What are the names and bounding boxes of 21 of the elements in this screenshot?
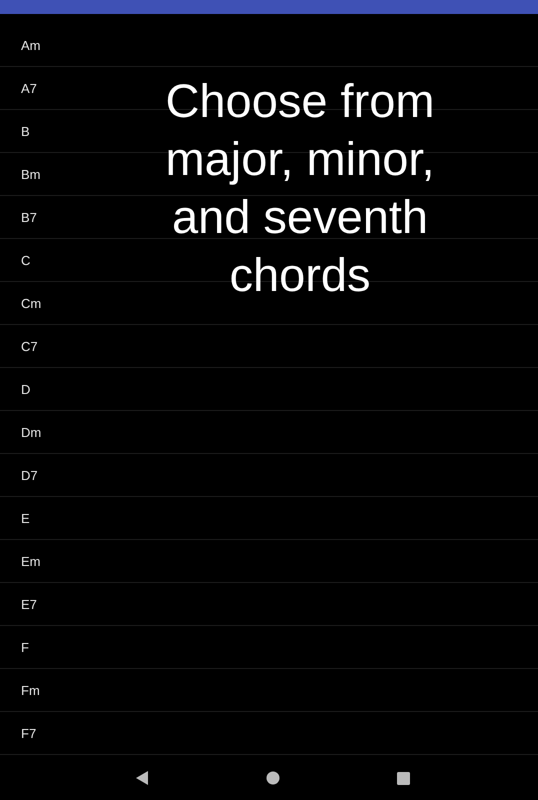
chord-list-item[interactable]: C7 [21,338,38,354]
chord-list-item[interactable]: E [21,510,30,526]
chord-list-item[interactable]: B7 [21,210,37,224]
chord-list-item[interactable]: Am [21,38,40,52]
heading: Choose from major, minor, and seventh chords [164,73,436,303]
chord-list-item[interactable]: B [21,124,30,138]
chord-list-item[interactable]: Dm [21,424,42,440]
chord-list-item[interactable]: E7 [21,596,37,612]
chord-list-item[interactable]: C [21,252,30,268]
chord-list-item[interactable]: F7 [21,726,36,740]
chord-list-item[interactable]: Bm [21,166,40,182]
chord-list-item[interactable]: Cm [21,296,42,310]
chord-list-item[interactable]: D7 [21,468,38,482]
chord-list-item[interactable]: Fm [21,682,40,698]
chord-list-item[interactable]: D [21,382,30,396]
home-icon[interactable] [266,771,280,785]
back-icon[interactable] [134,771,148,785]
chord-list-item[interactable]: Em [21,554,40,568]
chord-list-item[interactable]: A7 [21,80,37,96]
recents-icon[interactable] [396,772,410,784]
chord-list-item[interactable]: F [21,640,29,654]
